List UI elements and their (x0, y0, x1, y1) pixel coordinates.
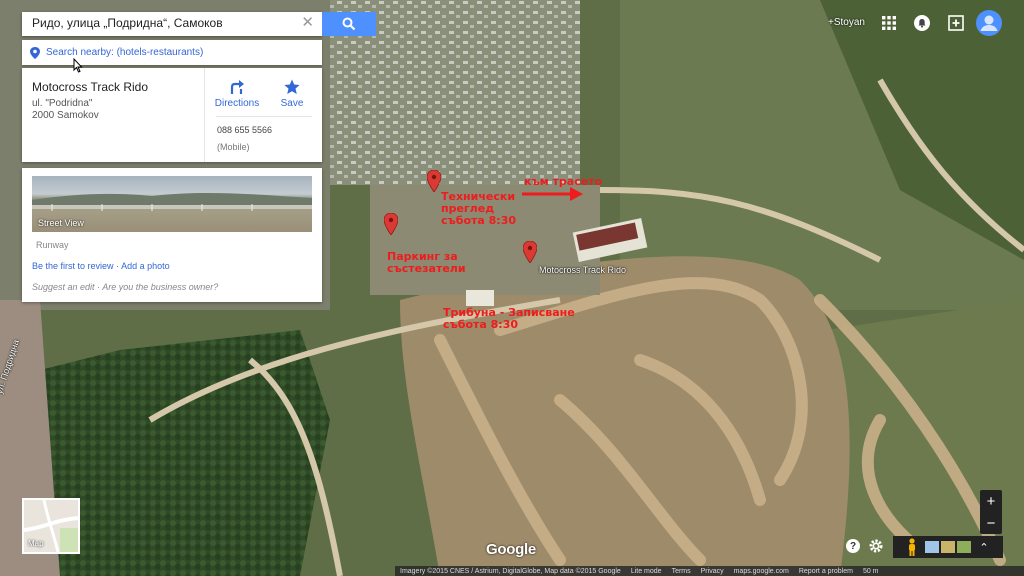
clear-search-icon[interactable]: ✕ (301, 15, 314, 31)
inspection-annotation: Технически преглед събота 8:30 (441, 190, 517, 227)
map-pin-inspection[interactable] (427, 170, 441, 192)
save-button[interactable]: Save (267, 76, 317, 109)
first-review-link[interactable]: Be the first to review (32, 261, 114, 271)
account-avatar[interactable] (976, 10, 1002, 36)
search-nearby-bar[interactable]: Search nearby: (hotels-restaurants) (22, 40, 322, 65)
place-name: Motocross Track Rido (32, 80, 149, 94)
zoom-in-button[interactable]: + (980, 490, 1002, 512)
street-view-label: Street View (38, 218, 84, 228)
map-thumb-label: Map (28, 539, 44, 548)
parking-annotation: Паркинг за състезатели (387, 250, 466, 275)
terms-link[interactable]: Terms (672, 568, 691, 575)
tribune-annotation: Трибуна - Записване събота 8:30 (443, 306, 575, 331)
action-divider (216, 116, 312, 117)
user-share-link[interactable]: +Stoyan (828, 17, 865, 28)
card-divider (204, 68, 205, 162)
place-address-line2: 2000 Samokov (32, 110, 99, 121)
place-category: Runway (36, 240, 69, 250)
place-card: Motocross Track Rido ul. "Podridna" 2000… (22, 68, 322, 162)
help-icon[interactable]: ? (846, 539, 860, 553)
add-photo-link[interactable]: Add a photo (121, 261, 170, 271)
directions-icon (230, 80, 244, 94)
directions-button[interactable]: Directions (212, 76, 262, 109)
search-nearby-link[interactable]: Search nearby: (hotels-restaurants) (46, 47, 203, 58)
link-separator: · (116, 261, 120, 271)
place-map-label: Motocross Track Rido (539, 265, 627, 275)
map-view-toggle[interactable]: Map (22, 498, 80, 554)
phone-number[interactable]: 088 655 5566 (217, 125, 272, 135)
search-button[interactable] (322, 12, 376, 36)
imagery-attribution: Imagery ©2015 CNES / Astrium, DigitalGlo… (400, 567, 621, 575)
map-pin-motocross-track[interactable] (523, 241, 537, 263)
zoom-controls: + − (980, 490, 1002, 534)
pegman-icon[interactable] (907, 538, 917, 556)
expand-icon[interactable]: ⌃ (979, 541, 988, 554)
add-box-icon (948, 15, 964, 31)
star-icon (284, 79, 300, 94)
map-pin-parking[interactable] (384, 213, 398, 235)
street-view-thumbnail[interactable]: Street View (32, 176, 312, 232)
footer-bar: Imagery ©2015 CNES / Astrium, DigitalGlo… (395, 566, 1024, 576)
apps-grid-icon (882, 16, 896, 30)
maps-site-link[interactable]: maps.google.com (734, 568, 789, 575)
report-problem-link[interactable]: Report a problem (799, 568, 853, 575)
phone-type: (Mobile) (217, 142, 250, 152)
notifications-bell-icon (914, 15, 930, 31)
imagery-thumbnails-icon[interactable] (925, 541, 972, 553)
review-links: Be the first to review · Add a photo (32, 261, 170, 271)
suggest-edit-link[interactable]: Suggest an edit · Are you the business o… (32, 282, 218, 292)
search-input[interactable] (22, 12, 302, 34)
mouse-cursor-icon (73, 58, 83, 73)
location-pin-icon (30, 46, 40, 59)
search-box: ✕ (22, 12, 322, 36)
privacy-link[interactable]: Privacy (701, 568, 724, 575)
save-label: Save (280, 98, 304, 109)
layers-bar: ⌃ (893, 536, 1003, 558)
avatar-icon (976, 10, 1002, 36)
directions-label: Directions (214, 98, 260, 109)
notifications-button[interactable] (911, 12, 933, 34)
street-view-card: Street View Runway Be the first to revie… (22, 168, 322, 302)
zoom-out-button[interactable]: − (980, 512, 1002, 534)
scale-label: 50 m (862, 567, 879, 575)
share-add-button[interactable] (945, 12, 967, 34)
lite-mode-link[interactable]: Lite mode (631, 568, 662, 575)
place-address-line1: ul. "Podridna" (32, 98, 93, 109)
red-arrow-icon (522, 187, 583, 201)
apps-grid-button[interactable] (878, 12, 900, 34)
search-icon (342, 17, 356, 31)
gear-icon[interactable] (868, 538, 884, 554)
google-logo: Google (486, 541, 536, 558)
